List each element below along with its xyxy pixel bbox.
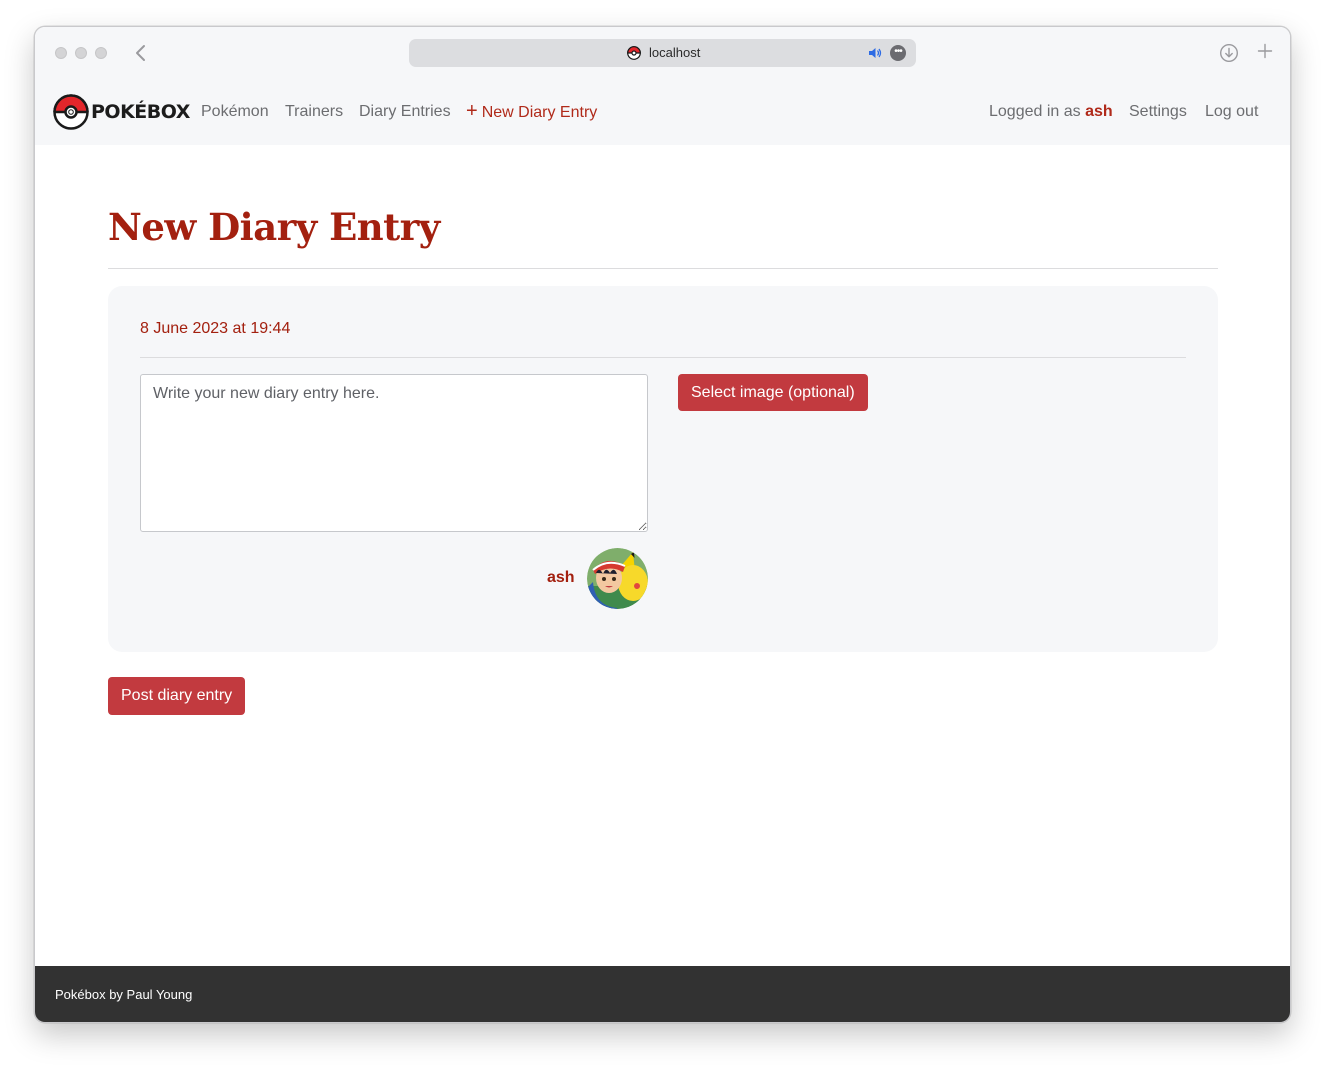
brand-link[interactable]: POKÉBOX bbox=[53, 93, 190, 131]
site-footer: Pokébox by Paul Young bbox=[35, 966, 1290, 1022]
plus-icon: + bbox=[466, 100, 478, 122]
url-text: localhost bbox=[649, 45, 701, 60]
pokeball-icon bbox=[627, 46, 641, 60]
author-name: ash bbox=[547, 569, 575, 586]
zoom-window-button[interactable] bbox=[95, 47, 107, 59]
browser-toolbar: localhost ••• bbox=[35, 27, 1290, 79]
speaker-icon[interactable] bbox=[867, 45, 883, 61]
plus-icon[interactable] bbox=[1257, 41, 1273, 63]
entry-date: 8 June 2023 at 19:44 bbox=[140, 320, 291, 337]
browser-window: localhost ••• POKÉBOX Pokémon Trainers D… bbox=[34, 26, 1291, 1023]
logged-in-status: Logged in as ash bbox=[989, 103, 1113, 121]
diary-entry-card: 8 June 2023 at 19:44 Select image (optio… bbox=[108, 286, 1218, 652]
title-divider bbox=[108, 268, 1218, 269]
footer-credit: Pokébox by Paul Young bbox=[55, 987, 193, 1002]
chevron-left-icon bbox=[136, 45, 145, 61]
download-icon[interactable] bbox=[1219, 43, 1239, 63]
page-title: New Diary Entry bbox=[108, 205, 440, 249]
diary-entry-textarea[interactable] bbox=[140, 374, 648, 532]
nav-link-diary-entries[interactable]: Diary Entries bbox=[359, 103, 451, 121]
close-window-button[interactable] bbox=[55, 47, 67, 59]
avatar bbox=[587, 548, 648, 609]
logged-in-username: ash bbox=[1085, 103, 1113, 120]
minimize-window-button[interactable] bbox=[75, 47, 87, 59]
pokeball-logo-icon bbox=[53, 94, 89, 130]
ellipsis-icon[interactable]: ••• bbox=[890, 45, 906, 61]
brand-name: POKÉBOX bbox=[91, 101, 190, 123]
address-bar[interactable]: localhost ••• bbox=[409, 39, 916, 67]
logged-in-prefix: Logged in as bbox=[989, 103, 1081, 120]
nav-link-settings[interactable]: Settings bbox=[1129, 103, 1187, 121]
back-button[interactable] bbox=[133, 43, 151, 63]
nav-link-trainers[interactable]: Trainers bbox=[285, 103, 343, 121]
post-diary-entry-button[interactable]: Post diary entry bbox=[108, 677, 246, 715]
nav-link-new-diary-entry-label: New Diary Entry bbox=[481, 104, 598, 121]
nav-link-new-diary-entry[interactable]: + New Diary Entry bbox=[466, 100, 598, 122]
nav-link-pokemon[interactable]: Pokémon bbox=[201, 103, 269, 121]
card-divider bbox=[140, 357, 1186, 358]
select-image-button[interactable]: Select image (optional) bbox=[678, 374, 868, 411]
site-navbar: POKÉBOX Pokémon Trainers Diary Entries +… bbox=[35, 79, 1290, 145]
nav-link-logout[interactable]: Log out bbox=[1205, 103, 1258, 121]
